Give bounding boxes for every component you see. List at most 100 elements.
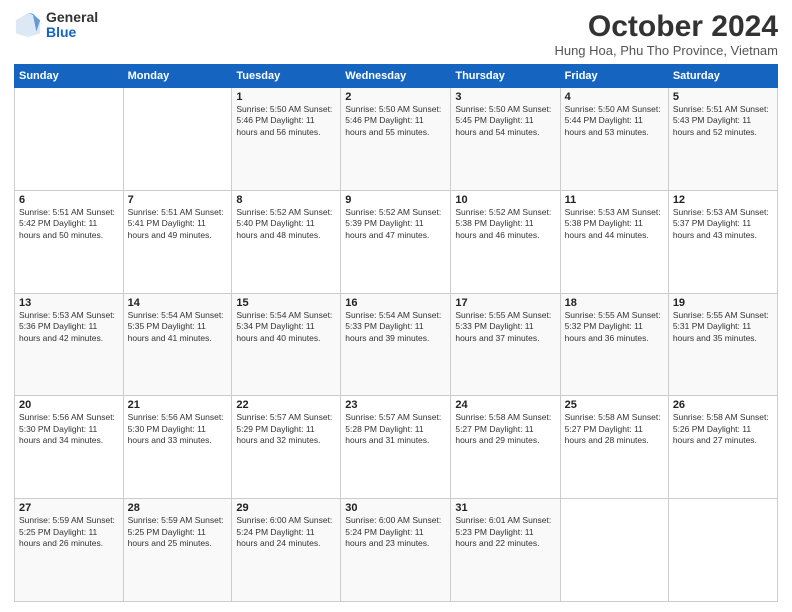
title-section: October 2024 Hung Hoa, Phu Tho Province,… [554, 10, 778, 58]
weekday-row: SundayMondayTuesdayWednesdayThursdayFrid… [15, 65, 778, 88]
calendar-body: 1Sunrise: 5:50 AM Sunset: 5:46 PM Daylig… [15, 88, 778, 602]
day-number: 16 [345, 297, 446, 309]
calendar-cell [123, 88, 232, 191]
calendar-cell: 17Sunrise: 5:55 AM Sunset: 5:33 PM Dayli… [451, 293, 560, 396]
logo-general-text: General [46, 10, 98, 25]
day-info: Sunrise: 5:52 AM Sunset: 5:39 PM Dayligh… [345, 207, 446, 241]
day-info: Sunrise: 6:00 AM Sunset: 5:24 PM Dayligh… [236, 515, 336, 549]
day-number: 29 [236, 502, 336, 514]
day-info: Sunrise: 5:50 AM Sunset: 5:45 PM Dayligh… [455, 104, 555, 138]
calendar-page: General Blue October 2024 Hung Hoa, Phu … [0, 0, 792, 612]
calendar-week-5: 27 Sunrise: 5:59 AM Sunset: 5:25 PM Dayli… [15, 499, 778, 602]
calendar-cell: 6Sunrise: 5:51 AM Sunset: 5:42 PM Daylig… [15, 190, 124, 293]
calendar-cell: 4Sunrise: 5:50 AM Sunset: 5:44 PM Daylig… [560, 88, 668, 191]
day-number: 5 [673, 91, 773, 103]
calendar-cell: 21Sunrise: 5:56 AM Sunset: 5:30 PM Dayli… [123, 396, 232, 499]
day-info: Sunrise: 5:58 AM Sunset: 5:26 PM Dayligh… [673, 412, 773, 446]
weekday-header-wednesday: Wednesday [341, 65, 451, 88]
logo: General Blue [14, 10, 98, 41]
calendar-cell: 16Sunrise: 5:54 AM Sunset: 5:33 PM Dayli… [341, 293, 451, 396]
calendar-cell: 22Sunrise: 5:57 AM Sunset: 5:29 PM Dayli… [232, 396, 341, 499]
logo-text: General Blue [46, 10, 98, 41]
calendar-header: SundayMondayTuesdayWednesdayThursdayFrid… [15, 65, 778, 88]
day-number: 7 [128, 194, 228, 206]
day-number: 10 [455, 194, 555, 206]
day-info: Sunrise: 6:01 AM Sunset: 5:23 PM Dayligh… [455, 515, 555, 549]
calendar-cell: 27Sunrise: 5:59 AM Sunset: 5:25 PM Dayli… [15, 499, 124, 602]
calendar-cell: 1Sunrise: 5:50 AM Sunset: 5:46 PM Daylig… [232, 88, 341, 191]
weekday-header-tuesday: Tuesday [232, 65, 341, 88]
day-info: Sunrise: 5:55 AM Sunset: 5:32 PM Dayligh… [565, 310, 664, 344]
day-info: Sunrise: 5:57 AM Sunset: 5:28 PM Dayligh… [345, 412, 446, 446]
calendar-week-4: 20Sunrise: 5:56 AM Sunset: 5:30 PM Dayli… [15, 396, 778, 499]
calendar-cell: 20Sunrise: 5:56 AM Sunset: 5:30 PM Dayli… [15, 396, 124, 499]
day-info: Sunrise: 5:51 AM Sunset: 5:43 PM Dayligh… [673, 104, 773, 138]
day-number: 19 [673, 297, 773, 309]
day-number: 30 [345, 502, 446, 514]
day-info: Sunrise: 5:53 AM Sunset: 5:36 PM Dayligh… [19, 310, 119, 344]
calendar-cell: 13Sunrise: 5:53 AM Sunset: 5:36 PM Dayli… [15, 293, 124, 396]
day-number: 8 [236, 194, 336, 206]
calendar-cell: 31Sunrise: 6:01 AM Sunset: 5:23 PM Dayli… [451, 499, 560, 602]
day-info: Sunrise: 5:50 AM Sunset: 5:46 PM Dayligh… [236, 104, 336, 138]
calendar-cell [15, 88, 124, 191]
day-number: 23 [345, 399, 446, 411]
day-info: Sunrise: 5:57 AM Sunset: 5:29 PM Dayligh… [236, 412, 336, 446]
day-number: 13 [19, 297, 119, 309]
calendar-table: SundayMondayTuesdayWednesdayThursdayFrid… [14, 64, 778, 602]
day-info: Sunrise: 5:56 AM Sunset: 5:30 PM Dayligh… [128, 412, 228, 446]
day-number: 9 [345, 194, 446, 206]
day-info: Sunrise: 5:58 AM Sunset: 5:27 PM Dayligh… [565, 412, 664, 446]
calendar-week-2: 6Sunrise: 5:51 AM Sunset: 5:42 PM Daylig… [15, 190, 778, 293]
day-number: 27 [19, 502, 119, 514]
day-info: Sunrise: 5:55 AM Sunset: 5:31 PM Dayligh… [673, 310, 773, 344]
header: General Blue October 2024 Hung Hoa, Phu … [14, 10, 778, 58]
calendar-cell: 19Sunrise: 5:55 AM Sunset: 5:31 PM Dayli… [668, 293, 777, 396]
day-number: 14 [128, 297, 228, 309]
day-info: Sunrise: 5:52 AM Sunset: 5:38 PM Dayligh… [455, 207, 555, 241]
calendar-week-3: 13Sunrise: 5:53 AM Sunset: 5:36 PM Dayli… [15, 293, 778, 396]
day-info: Sunrise: 6:00 AM Sunset: 5:24 PM Dayligh… [345, 515, 446, 549]
calendar-cell: 8Sunrise: 5:52 AM Sunset: 5:40 PM Daylig… [232, 190, 341, 293]
day-number: 31 [455, 502, 555, 514]
logo-icon [14, 11, 42, 39]
day-number: 12 [673, 194, 773, 206]
day-number: 25 [565, 399, 664, 411]
calendar-cell: 14Sunrise: 5:54 AM Sunset: 5:35 PM Dayli… [123, 293, 232, 396]
calendar-cell: 2Sunrise: 5:50 AM Sunset: 5:46 PM Daylig… [341, 88, 451, 191]
day-number: 15 [236, 297, 336, 309]
weekday-header-saturday: Saturday [668, 65, 777, 88]
day-info: Sunrise: 5:56 AM Sunset: 5:30 PM Dayligh… [19, 412, 119, 446]
day-number: 3 [455, 91, 555, 103]
weekday-header-friday: Friday [560, 65, 668, 88]
calendar-cell: 23Sunrise: 5:57 AM Sunset: 5:28 PM Dayli… [341, 396, 451, 499]
day-info: Sunrise: 5:59 AM Sunset: 5:25 PM Dayligh… [128, 515, 228, 549]
day-info: Sunrise: 5:58 AM Sunset: 5:27 PM Dayligh… [455, 412, 555, 446]
calendar-cell: 10Sunrise: 5:52 AM Sunset: 5:38 PM Dayli… [451, 190, 560, 293]
day-info: Sunrise: 5:54 AM Sunset: 5:34 PM Dayligh… [236, 310, 336, 344]
day-number: 21 [128, 399, 228, 411]
calendar-cell [560, 499, 668, 602]
day-number: 17 [455, 297, 555, 309]
day-info: Sunrise: 5:50 AM Sunset: 5:44 PM Dayligh… [565, 104, 664, 138]
calendar-cell: 9Sunrise: 5:52 AM Sunset: 5:39 PM Daylig… [341, 190, 451, 293]
day-number: 1 [236, 91, 336, 103]
day-info: Sunrise: 5:53 AM Sunset: 5:37 PM Dayligh… [673, 207, 773, 241]
day-info: Sunrise: 5:51 AM Sunset: 5:41 PM Dayligh… [128, 207, 228, 241]
day-info: Sunrise: 5:54 AM Sunset: 5:33 PM Dayligh… [345, 310, 446, 344]
day-number: 20 [19, 399, 119, 411]
calendar-cell: 26Sunrise: 5:58 AM Sunset: 5:26 PM Dayli… [668, 396, 777, 499]
calendar-cell: 5Sunrise: 5:51 AM Sunset: 5:43 PM Daylig… [668, 88, 777, 191]
day-info: Sunrise: 5:50 AM Sunset: 5:46 PM Dayligh… [345, 104, 446, 138]
calendar-cell: 7Sunrise: 5:51 AM Sunset: 5:41 PM Daylig… [123, 190, 232, 293]
calendar-cell: 12Sunrise: 5:53 AM Sunset: 5:37 PM Dayli… [668, 190, 777, 293]
calendar-week-1: 1Sunrise: 5:50 AM Sunset: 5:46 PM Daylig… [15, 88, 778, 191]
day-number: 6 [19, 194, 119, 206]
calendar-cell: 3Sunrise: 5:50 AM Sunset: 5:45 PM Daylig… [451, 88, 560, 191]
day-number: 22 [236, 399, 336, 411]
day-number: 26 [673, 399, 773, 411]
month-title: October 2024 [554, 10, 778, 43]
day-number: 18 [565, 297, 664, 309]
day-info: Sunrise: 5:54 AM Sunset: 5:35 PM Dayligh… [128, 310, 228, 344]
day-number: 11 [565, 194, 664, 206]
